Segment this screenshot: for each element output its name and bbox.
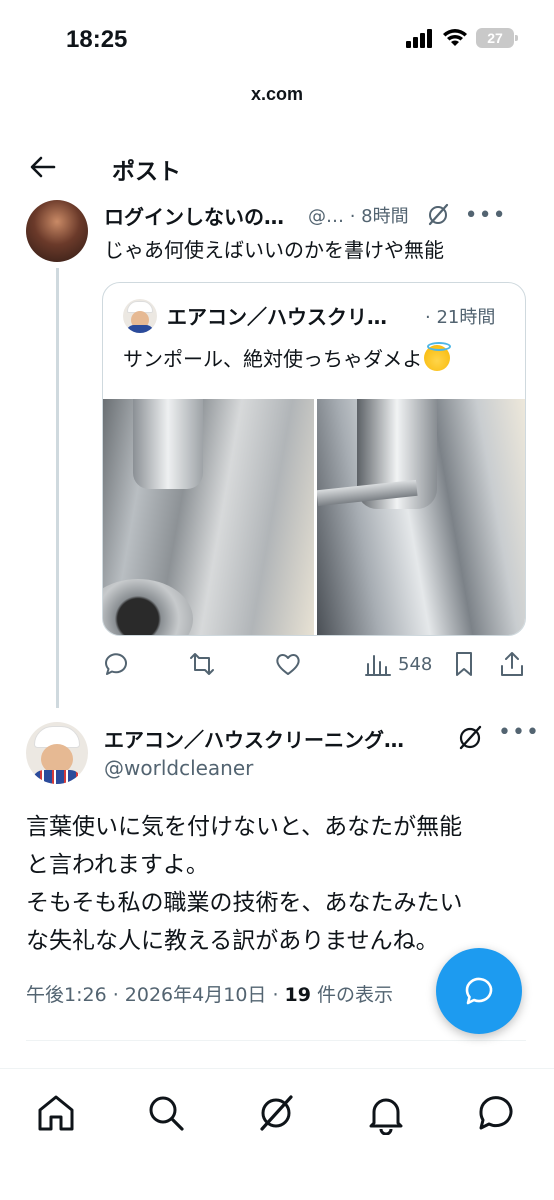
quoted-time: · 21時間 xyxy=(425,307,496,328)
faucet-photo-after[interactable] xyxy=(316,399,525,635)
status-bar: 18:25 27 xyxy=(0,0,554,80)
more-options-icon[interactable]: ••• xyxy=(465,203,507,228)
grok-icon[interactable] xyxy=(456,724,484,752)
smiling-halo-emoji-icon xyxy=(424,342,452,371)
share-button[interactable] xyxy=(498,650,526,678)
tweet-timestamp[interactable]: 午後1:26 · 2026年4月10日 · xyxy=(26,984,285,1006)
parent-tweet[interactable]: ログインしないの… @… · 8時間 ••• じゃあ何使えばいいのかを書けや無能… xyxy=(0,190,554,710)
bookmark-button[interactable] xyxy=(450,650,478,678)
search-icon xyxy=(149,1096,184,1131)
faucet-photo-before[interactable] xyxy=(103,399,314,635)
views-button[interactable]: 548 xyxy=(364,650,432,678)
nav-home[interactable] xyxy=(34,1091,78,1135)
parent-time[interactable]: · 8時間 xyxy=(350,206,409,227)
status-time: 18:25 xyxy=(66,26,128,53)
view-count-label: 件の表示 xyxy=(310,984,394,1006)
heart-icon xyxy=(276,654,300,675)
messages-icon xyxy=(479,1096,513,1130)
nav-notifications[interactable] xyxy=(364,1091,408,1136)
wifi-icon xyxy=(443,29,467,46)
cellular-signal-icon xyxy=(406,29,432,48)
main-tweet-text: 言葉使いに気を付けないと、あなたが無能 と言われますよ。 そもそも私の職業の技術… xyxy=(26,808,526,960)
back-arrow-icon[interactable] xyxy=(26,150,60,184)
retweet-button[interactable] xyxy=(188,650,216,678)
page-header: ポスト xyxy=(0,140,554,198)
main-author-handle[interactable]: @worldcleaner xyxy=(104,756,253,780)
parent-tweet-text: じゃあ何使えばいいのかを書けや無能 xyxy=(104,238,444,262)
reply-icon xyxy=(105,653,127,675)
parent-tweet-actions: 548 xyxy=(102,650,526,690)
avatar xyxy=(123,299,157,333)
avatar[interactable] xyxy=(26,200,88,262)
parent-author-name[interactable]: ログインしないの… xyxy=(104,201,284,230)
home-icon xyxy=(38,1095,74,1131)
thread-line xyxy=(56,268,59,708)
browser-url[interactable]: x.com xyxy=(0,84,554,105)
avatar[interactable] xyxy=(26,722,88,784)
quoted-text-body: サンポール、絶対使っちゃダメよ xyxy=(123,347,423,371)
quoted-media[interactable] xyxy=(103,399,525,635)
tweet-line: そもそも私の職業の技術を、あなたみたい xyxy=(26,890,463,916)
views-icon xyxy=(365,655,391,676)
view-count: 19 xyxy=(284,984,311,1006)
share-icon xyxy=(501,652,523,676)
like-button[interactable] xyxy=(274,650,302,678)
parent-author-handle: @… · 8時間 xyxy=(308,202,409,228)
compose-reply-icon xyxy=(465,977,493,1005)
notifications-icon xyxy=(369,1098,403,1136)
quoted-tweet-text: サンポール、絶対使っちゃダメよ xyxy=(123,342,452,372)
tweet-line: な失礼な人に教える訳がありませんね。 xyxy=(26,928,439,954)
grok-icon[interactable] xyxy=(425,202,451,228)
tweet-metadata: 午後1:26 · 2026年4月10日 · 19 件の表示 xyxy=(26,980,436,1007)
nav-search[interactable] xyxy=(144,1091,188,1135)
divider xyxy=(26,1040,526,1041)
main-author-name[interactable]: エアコン／ハウスクリーニング… xyxy=(104,724,444,753)
retweet-icon xyxy=(190,653,214,675)
views-count: 548 xyxy=(398,653,433,675)
status-icons: 27 xyxy=(406,28,518,48)
nav-messages[interactable] xyxy=(474,1091,518,1135)
nav-grok[interactable] xyxy=(254,1091,298,1135)
compose-reply-button[interactable] xyxy=(436,948,522,1034)
reply-button[interactable] xyxy=(102,650,130,678)
more-options-icon[interactable]: ••• xyxy=(498,720,540,745)
parent-handle-text: @… xyxy=(308,206,344,227)
quoted-author-name: エアコン／ハウスクリ… xyxy=(167,305,387,329)
page-title: ポスト xyxy=(112,159,181,185)
grok-icon xyxy=(260,1095,293,1131)
bookmark-icon xyxy=(456,652,472,676)
parent-tweet-header: ログインしないの… @… · 8時間 ••• xyxy=(104,200,534,230)
battery-indicator: 27 xyxy=(476,28,518,48)
tweet-line: と言われますよ。 xyxy=(26,852,209,878)
bottom-nav xyxy=(0,1068,554,1200)
tweet-line: 言葉使いに気を付けないと、あなたが無能 xyxy=(26,814,463,840)
quoted-tweet[interactable]: エアコン／ハウスクリ… · 21時間 サンポール、絶対使っちゃダメよ xyxy=(102,282,526,636)
